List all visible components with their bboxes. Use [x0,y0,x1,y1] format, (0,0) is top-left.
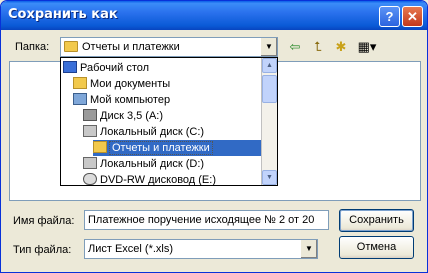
folder-icon [64,41,78,52]
up-folder-icon[interactable]: ⮤ [309,39,327,55]
folder-icon [93,141,107,153]
cancel-button[interactable]: Отмена [339,236,414,259]
scroll-thumb[interactable] [262,75,277,103]
filetype-value: Лист Excel (*.xls) [88,243,174,255]
documents-folder-icon [73,77,87,89]
folder-label: Папка: [15,41,50,53]
back-icon[interactable]: ⇦ [286,39,304,55]
filename-label: Имя файла: [13,215,75,227]
list-item[interactable]: Локальный диск (D:) [83,156,277,172]
scroll-down-icon[interactable]: ▼ [262,170,277,185]
filetype-combo[interactable]: Лист Excel (*.xls) ▼ [84,239,318,259]
filename-input[interactable]: Платежное поручение исходящее № 2 от 20 [84,210,329,230]
chevron-down-icon[interactable]: ▼ [260,38,277,56]
list-item[interactable]: Рабочий стол [63,60,263,76]
filename-value: Платежное поручение исходящее № 2 от 20 [88,214,315,226]
hard-drive-icon [83,157,97,169]
floppy-drive-icon [83,109,97,121]
dialog-title: Сохранить как [8,7,118,22]
help-button[interactable]: ? [379,6,400,27]
list-item-selected[interactable]: Отчеты и платежки [93,140,277,156]
save-button[interactable]: Сохранить [339,209,414,232]
list-item[interactable]: Мой компьютер [73,92,273,108]
title-bar[interactable]: Сохранить как ? ✕ [1,1,427,30]
folder-combo[interactable]: Отчеты и платежки ▼ [60,37,278,57]
chevron-down-icon[interactable]: ▼ [300,240,317,258]
save-as-dialog: Сохранить как ? ✕ Папка: Отчеты и платеж… [0,0,428,273]
scroll-up-icon[interactable]: ▲ [262,58,277,73]
list-item[interactable]: DVD-RW дисковод (E:) [83,172,277,185]
folder-dropdown-list[interactable]: Рабочий стол Мои документы Мой компьютер… [60,57,278,186]
list-item[interactable]: Диск 3,5 (A:) [83,108,277,124]
views-menu-icon[interactable]: ▦▾ [355,39,379,55]
dropdown-scrollbar[interactable]: ▲ ▼ [261,58,277,185]
folder-combo-value: Отчеты и платежки [82,41,180,53]
list-item[interactable]: Мои документы [73,76,273,92]
list-item[interactable]: Локальный диск (C:) [83,124,277,140]
filetype-label: Тип файла: [13,244,72,256]
computer-icon [73,93,87,105]
hard-drive-icon [83,125,97,137]
close-button[interactable]: ✕ [402,6,423,27]
new-folder-icon[interactable]: ✱ [332,39,350,55]
desktop-icon [63,61,77,73]
dvd-drive-icon [83,173,97,185]
